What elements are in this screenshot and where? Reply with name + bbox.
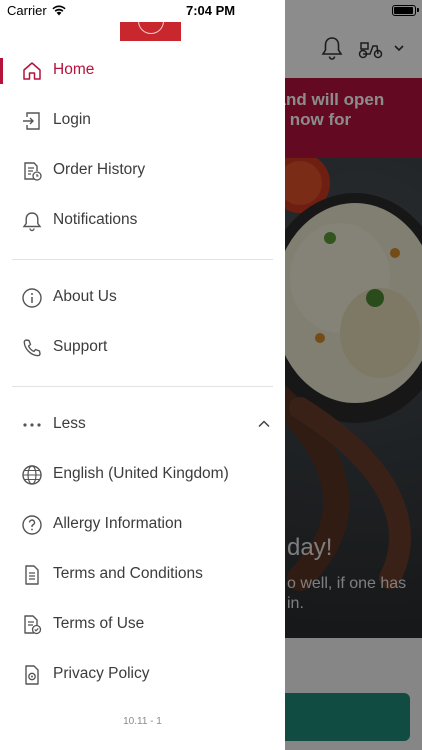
order-history-icon bbox=[21, 160, 43, 182]
menu-label-allergy-information: Allergy Information bbox=[53, 515, 183, 532]
privacy-icon bbox=[21, 664, 43, 686]
globe-icon bbox=[21, 464, 43, 486]
menu-label-terms-and-conditions: Terms and Conditions bbox=[53, 565, 203, 582]
status-time: 7:04 PM bbox=[186, 3, 236, 18]
menu-divider bbox=[12, 259, 273, 260]
menu-label-notifications: Notifications bbox=[53, 211, 138, 228]
login-icon bbox=[21, 110, 43, 132]
carrier-label: Carrier bbox=[7, 3, 47, 18]
document-icon bbox=[21, 564, 43, 586]
menu-divider bbox=[12, 386, 273, 387]
status-bar: Carrier 7:04 PM bbox=[0, 0, 422, 22]
menu-item-less-toggle[interactable]: Less bbox=[0, 400, 285, 450]
menu-item-allergy-information[interactable]: Allergy Information bbox=[0, 500, 285, 550]
wifi-icon bbox=[51, 4, 67, 16]
menu-label-language: English (United Kingdom) bbox=[53, 465, 229, 482]
info-icon bbox=[21, 287, 43, 309]
bell-icon bbox=[21, 210, 43, 232]
logo-emblem bbox=[138, 22, 164, 34]
battery-level bbox=[394, 7, 413, 14]
menu-label-login: Login bbox=[53, 111, 91, 128]
menu-label-privacy-policy: Privacy Policy bbox=[53, 665, 150, 682]
menu-item-privacy-policy[interactable]: Privacy Policy bbox=[0, 650, 285, 700]
menu-item-notifications[interactable]: Notifications bbox=[0, 196, 285, 246]
active-indicator bbox=[0, 58, 3, 84]
navigation-drawer: Home Login Order History Notifications A… bbox=[0, 0, 285, 750]
battery-icon bbox=[392, 5, 419, 16]
menu-item-order-history[interactable]: Order History bbox=[0, 146, 285, 196]
app-version: 10.11 - 1 bbox=[123, 716, 162, 727]
home-icon bbox=[21, 60, 43, 82]
chevron-up-icon bbox=[257, 419, 271, 429]
menu-label-terms-of-use: Terms of Use bbox=[53, 615, 145, 632]
menu-item-terms-and-conditions[interactable]: Terms and Conditions bbox=[0, 550, 285, 600]
document-check-icon bbox=[21, 614, 43, 636]
menu-label-order-history: Order History bbox=[53, 161, 146, 178]
menu-item-support[interactable]: Support bbox=[0, 323, 285, 373]
menu-item-about-us[interactable]: About Us bbox=[0, 273, 285, 323]
more-dots-icon bbox=[21, 414, 43, 436]
menu-item-home[interactable]: Home bbox=[0, 46, 285, 96]
menu-label-support: Support bbox=[53, 338, 108, 355]
menu-item-terms-of-use[interactable]: Terms of Use bbox=[0, 600, 285, 650]
menu-label-about-us: About Us bbox=[53, 288, 117, 305]
menu-label-home: Home bbox=[53, 61, 95, 78]
menu-item-language[interactable]: English (United Kingdom) bbox=[0, 450, 285, 500]
question-icon bbox=[21, 514, 43, 536]
brand-logo bbox=[120, 22, 181, 41]
menu-label-less: Less bbox=[53, 415, 86, 432]
menu-item-login[interactable]: Login bbox=[0, 96, 285, 146]
phone-icon bbox=[21, 337, 43, 359]
